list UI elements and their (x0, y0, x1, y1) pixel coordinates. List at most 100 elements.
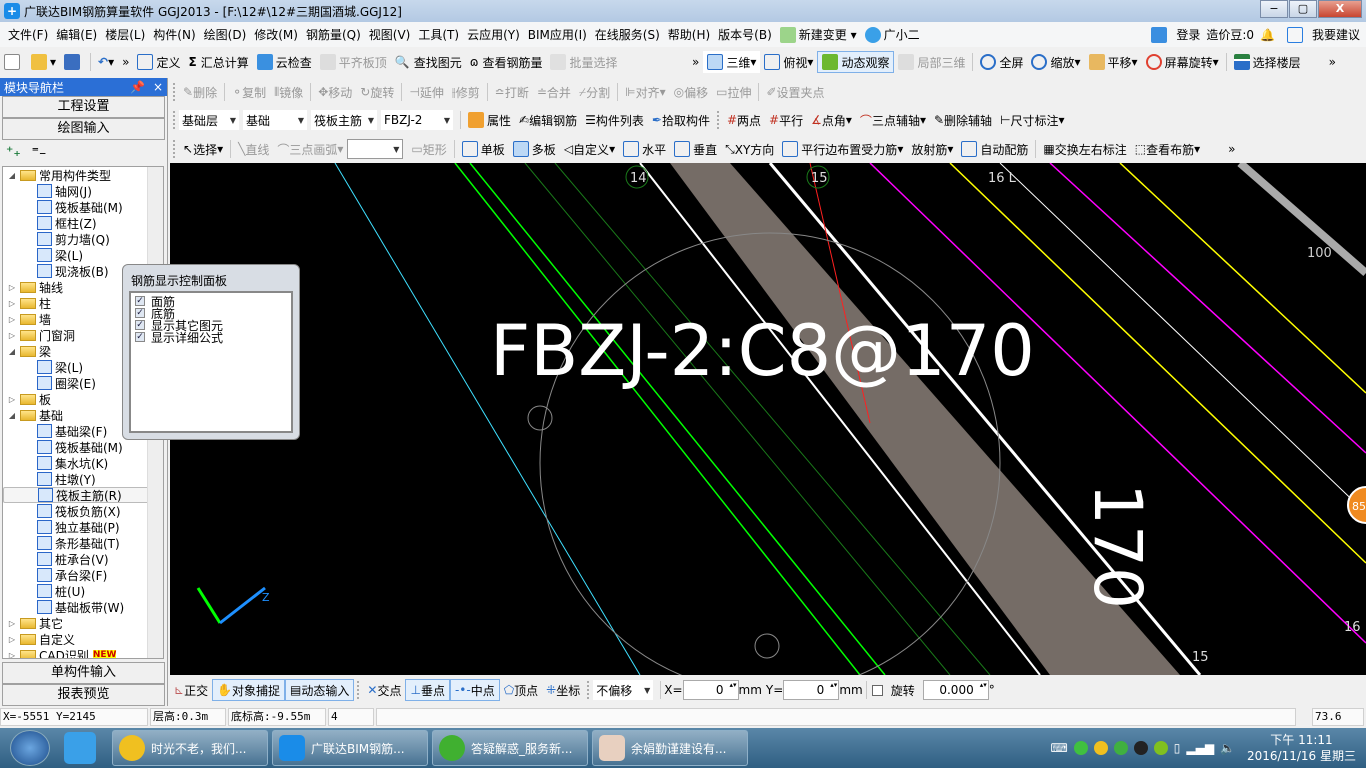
parallel-edge-button[interactable]: 平行边布置受力筋 ▾ (778, 138, 907, 160)
taskbar-app-browser[interactable]: 答疑解惑_服务新... (432, 730, 588, 766)
edit-rebar-button[interactable]: ✍ 编辑钢筋 (515, 109, 581, 131)
bell-icon[interactable]: 🔔 (1260, 28, 1275, 42)
select-floor-button[interactable]: 选择楼层 (1230, 51, 1305, 73)
merge-button[interactable]: ≐ 合并 (533, 81, 575, 103)
clock[interactable]: 下午 11:11 2016/11/16 星期三 (1247, 732, 1356, 764)
midpoint-button[interactable]: -•- 中点 (449, 679, 500, 701)
auto-rebar-button[interactable]: 自动配筋 (957, 138, 1032, 160)
tree-item[interactable]: 框柱(Z) (3, 215, 163, 231)
taskbar-app-chat[interactable]: 余娟勤谨建设有... (592, 730, 748, 766)
summary-calc-button[interactable]: Σ 汇总计算 (184, 51, 252, 73)
overflow-button-4[interactable]: » (1224, 138, 1239, 160)
intersection-button[interactable]: ✕ 交点 (363, 679, 405, 701)
angle-input[interactable]: 0.000 (922, 680, 989, 700)
pick-component-button[interactable]: ✒ 拾取构件 (648, 109, 714, 131)
music-tray-icon[interactable] (1093, 741, 1108, 755)
expanded-icon[interactable]: ◢ (7, 171, 17, 180)
dynamic-orbit-button[interactable]: 动态观察 (817, 51, 895, 73)
mirror-button[interactable]: ⫴ 镜像 (270, 81, 307, 103)
rotate-checkbox[interactable] (871, 684, 883, 696)
checkbox[interactable]: ✓ (135, 308, 145, 318)
tree-item[interactable]: ▷ 自定义 (3, 631, 163, 647)
properties-button[interactable]: 属性 (464, 109, 515, 131)
collapse-all-icon[interactable]: ⁼₋ (32, 144, 47, 160)
select-button[interactable]: ↖ 选择 ▾ (179, 138, 227, 160)
move-button[interactable]: ✥ 移动 (314, 81, 356, 103)
undo-button[interactable]: ↶ ▾ (94, 51, 118, 73)
collapsed-icon[interactable]: ▷ (7, 619, 17, 628)
single-component-input-button[interactable]: 单构件输入 (2, 662, 165, 684)
overflow-button[interactable]: » (118, 51, 133, 73)
floor-select[interactable]: 基础层 ▼ (179, 110, 239, 130)
menu-rebar[interactable]: 钢筋量(Q) (302, 26, 365, 43)
volume-icon[interactable]: 🔈 (1220, 741, 1235, 755)
overflow-button-3[interactable]: » (1325, 51, 1340, 73)
rectangle-button[interactable]: ▭ 矩形 (407, 138, 450, 160)
arc-button[interactable]: ⌒ 三点画弧 ▾ (273, 138, 347, 160)
security-icon[interactable] (1113, 741, 1128, 755)
collapsed-icon[interactable]: ▷ (7, 315, 17, 324)
menu-assistant[interactable]: 广小二 (861, 26, 924, 44)
checkbox[interactable]: ✓ (135, 332, 145, 342)
network-icon[interactable]: ▂▄▆ (1186, 741, 1214, 755)
overflow-button-2[interactable]: » (688, 51, 703, 73)
delete-axis-button[interactable]: ✎ 删除辅轴 (930, 109, 996, 131)
drawing-canvas[interactable]: 14 15 16 L 15 16 100 85 FBZJ-2:C8@170 17… (170, 163, 1366, 675)
drawing-input-button[interactable]: 绘图输入 (2, 118, 165, 140)
menu-component[interactable]: 构件(N) (149, 26, 199, 43)
collapsed-icon[interactable]: ▷ (7, 635, 17, 644)
cloud-check-button[interactable]: 云检查 (253, 51, 316, 73)
coordinate-button[interactable]: ⁜ 坐标 (542, 679, 584, 701)
y-input[interactable]: 0 (783, 680, 840, 700)
extend-button[interactable]: ⊣ 延伸 (405, 81, 447, 103)
align-top-button[interactable]: 平齐板顶 (316, 51, 391, 73)
multi-slab-button[interactable]: 多板 (509, 138, 560, 160)
split-button[interactable]: ⌿ 分割 (575, 81, 614, 103)
three-point-axis-button[interactable]: ⌒ 三点辅轴 ▾ (856, 109, 930, 131)
menu-new-change[interactable]: 新建变更 ▾ (776, 26, 861, 44)
xy-direction-button[interactable]: ⤡ XY方向 (721, 138, 778, 160)
menu-online[interactable]: 在线服务(S) (591, 26, 664, 43)
delete-button[interactable]: ✎ 删除 (179, 81, 221, 103)
tree-item[interactable]: 承台梁(F) (3, 567, 163, 583)
custom-button[interactable]: ◁ 自定义 ▾ (560, 138, 619, 160)
taskbar-app-glodon[interactable]: 广联达BIM钢筋... (272, 730, 428, 766)
menu-file[interactable]: 文件(F) (4, 26, 52, 43)
menu-modify[interactable]: 修改(M) (250, 26, 302, 43)
start-button[interactable] (10, 730, 50, 766)
pan-button[interactable]: 平移 ▾ (1085, 51, 1142, 73)
pin-icon[interactable]: 📌 (130, 80, 145, 94)
tree-item[interactable]: 桩承台(V) (3, 551, 163, 567)
horizontal-button[interactable]: 水平 (619, 138, 670, 160)
menu-edit[interactable]: 编辑(E) (52, 26, 101, 43)
menu-view[interactable]: 视图(V) (365, 26, 415, 43)
tree-item[interactable]: ▷ 其它 (3, 615, 163, 631)
option-show-formula[interactable]: ✓ 显示详细公式 (135, 331, 287, 345)
expand-all-icon[interactable]: ⁺₊ (6, 144, 21, 160)
menu-draw[interactable]: 绘图(D) (200, 26, 251, 43)
keyboard-icon[interactable]: ⌨ (1050, 741, 1067, 755)
top-view-button[interactable]: 俯视 ▾ (760, 51, 817, 73)
collapsed-icon[interactable]: ▷ (7, 331, 17, 340)
fullscreen-button[interactable]: 全屏 (976, 51, 1027, 73)
swap-labels-button[interactable]: ▦ 交换左右标注 (1039, 138, 1130, 160)
tree-item[interactable]: 基础板带(W) (3, 599, 163, 615)
menu-cloud[interactable]: 云应用(Y) (463, 26, 524, 43)
menu-tools[interactable]: 工具(T) (414, 26, 463, 43)
category-select[interactable]: 基础 ▼ (243, 110, 307, 130)
taskbar-app-music[interactable]: 时光不老，我们... (112, 730, 268, 766)
update-icon[interactable] (1153, 741, 1168, 755)
two-point-button[interactable]: # 两点 (723, 109, 765, 131)
power-icon[interactable]: ▯ (1174, 741, 1181, 755)
tree-item[interactable]: 独立基础(P) (3, 519, 163, 535)
save-button[interactable] (60, 51, 87, 73)
copy-button[interactable]: ⚬ 复制 (228, 81, 270, 103)
vertical-button[interactable]: 垂直 (670, 138, 721, 160)
find-element-button[interactable]: 🔍 查找图元 (391, 51, 466, 73)
expanded-icon[interactable]: ◢ (7, 347, 17, 356)
menu-bim[interactable]: BIM应用(I) (524, 26, 591, 43)
menu-version[interactable]: 版本号(B) (714, 26, 776, 43)
3d-button[interactable]: 三维 ▾ (703, 51, 761, 73)
suggest-button[interactable]: 我要建议 (1281, 26, 1360, 44)
trim-button[interactable]: ⫲ 修剪 (448, 81, 484, 103)
